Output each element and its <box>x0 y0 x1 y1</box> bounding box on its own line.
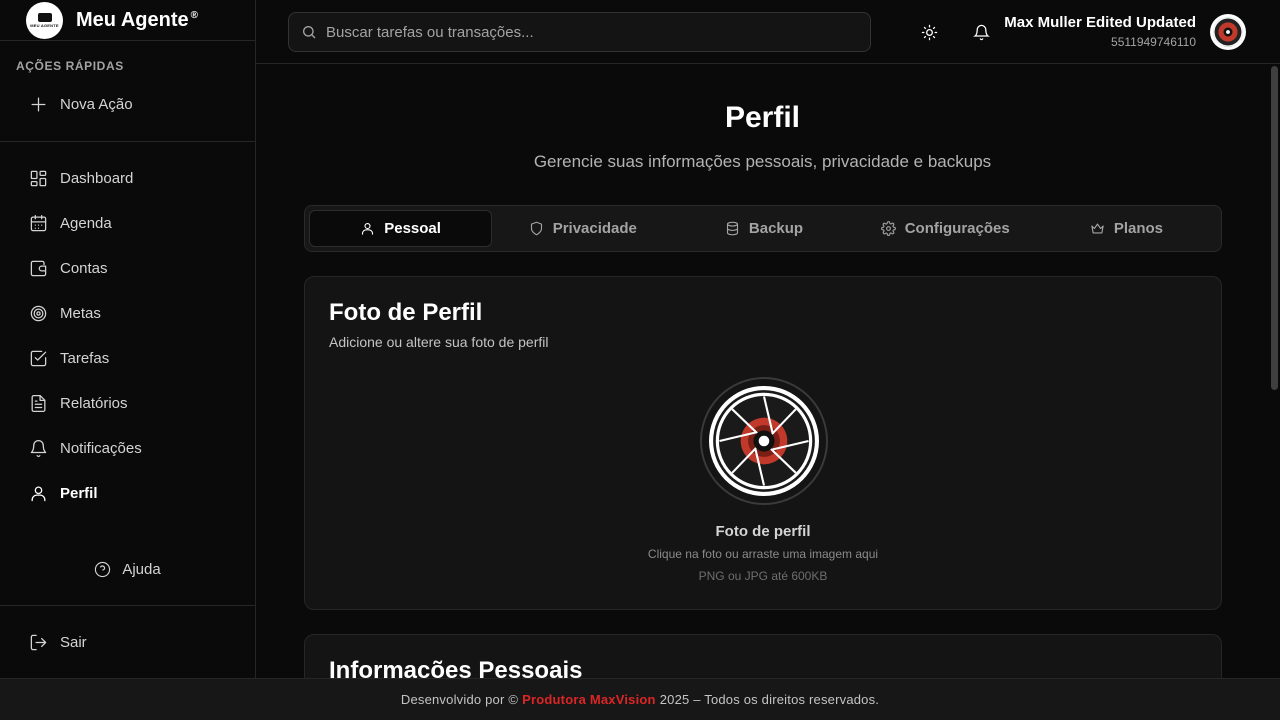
search-input[interactable] <box>326 23 846 41</box>
tab-privacidade[interactable]: Privacidade <box>492 210 673 247</box>
brand-logo-text: MEU AGENTE <box>30 22 59 28</box>
logout-label: Sair <box>60 634 87 651</box>
crown-icon <box>1091 223 1104 234</box>
sidebar-item-label: Contas <box>60 260 108 277</box>
photo-hint: Clique na foto ou arraste uma imagem aqu… <box>647 547 879 561</box>
brand[interactable]: MEU AGENTE Meu Agente ® <box>0 0 255 41</box>
user-icon <box>362 222 374 235</box>
report-icon <box>28 394 48 414</box>
sidebar-item-relatorios[interactable]: Relatórios <box>0 381 255 426</box>
sidebar-item-label: Perfil <box>60 485 98 502</box>
sidebar: MEU AGENTE Meu Agente ® AÇÕES RÁPIDAS Nov… <box>0 0 256 678</box>
calendar-icon <box>28 214 48 234</box>
sidebar-item-metas[interactable]: Metas <box>0 291 255 336</box>
avatar[interactable] <box>1210 14 1246 50</box>
sidebar-item-label: Tarefas <box>60 350 110 367</box>
sidebar-item-dashboard[interactable]: Dashboard <box>0 156 255 201</box>
brand-name: Meu Agente ® <box>76 8 198 31</box>
help-button[interactable]: Ajuda <box>0 547 255 592</box>
logout-icon <box>28 633 48 653</box>
page-title: Perfil <box>724 101 801 134</box>
search-bar[interactable] <box>288 12 871 52</box>
help-label: Ajuda <box>122 561 161 578</box>
tab-label: Planos <box>1113 220 1163 237</box>
page-subtitle: Gerencie suas informações pessoais, priv… <box>533 152 992 171</box>
tab-label: Configurações <box>904 220 1010 237</box>
brand-logo: MEU AGENTE <box>26 1 63 39</box>
checkbox-icon <box>28 349 48 369</box>
bell-icon <box>972 24 990 40</box>
gear-icon <box>880 221 896 236</box>
card-description: Adicione ou altere sua foto de perfil <box>329 334 549 350</box>
tab-planos[interactable]: Planos <box>1036 210 1217 247</box>
footer-company-link[interactable]: Produtora MaxVision <box>522 692 656 707</box>
tab-configuracoes[interactable]: Configurações <box>855 210 1036 247</box>
footer-prefix: Desenvolvido por © <box>400 692 519 707</box>
tab-label: Privacidade <box>552 220 637 237</box>
photo-format-hint: PNG ou JPG até 600KB <box>698 569 828 583</box>
bell-icon <box>28 439 48 459</box>
profile-photo-card: Foto de Perfil Adicione ou altere sua fo… <box>304 276 1222 610</box>
user-icon <box>28 484 48 504</box>
card-title: Foto de Perfil <box>329 299 483 326</box>
tab-backup[interactable]: Backup <box>673 210 854 247</box>
sidebar-item-perfil[interactable]: Perfil <box>0 471 255 516</box>
sidebar-divider <box>0 141 255 142</box>
main-content: Perfil Gerencie suas informações pessoai… <box>256 65 1269 678</box>
user-phone: 5511949746110 <box>1111 35 1196 49</box>
dashboard-icon <box>28 169 48 189</box>
notifications-button[interactable] <box>971 22 991 42</box>
sidebar-item-label: Metas <box>60 305 101 322</box>
tab-pessoal[interactable]: Pessoal <box>309 210 493 247</box>
top-header: Max Muller Edited Updated 5511949746110 <box>256 0 1280 64</box>
footer: Desenvolvido por © Produtora MaxVision 2… <box>0 678 1280 720</box>
new-action-label: Nova Ação <box>60 96 133 113</box>
profile-tabs: Pessoal Privacidade Backup Configurações… <box>304 205 1222 252</box>
search-icon <box>303 26 316 39</box>
new-action-button[interactable]: Nova Ação <box>0 82 255 127</box>
plus-icon <box>28 95 48 115</box>
help-circle-icon <box>95 561 111 578</box>
sidebar-item-contas[interactable]: Contas <box>0 246 255 291</box>
user-info[interactable]: Max Muller Edited Updated 5511949746110 <box>1004 14 1196 49</box>
camera-lens-icon <box>713 390 815 492</box>
personal-info-card: Informações Pessoais <box>304 634 1222 678</box>
tab-label: Pessoal <box>384 220 441 237</box>
sidebar-item-tarefas[interactable]: Tarefas <box>0 336 255 381</box>
profile-photo-upload[interactable] <box>700 377 828 505</box>
shield-icon <box>530 221 542 236</box>
footer-suffix: 2025 – Todos os direitos reservados. <box>659 692 880 707</box>
user-name: Max Muller Edited Updated <box>1004 14 1196 31</box>
tab-label: Backup <box>748 220 804 237</box>
profile-photo <box>709 386 819 496</box>
sidebar-item-notificacoes[interactable]: Notificações <box>0 426 255 471</box>
logout-button[interactable]: Sair <box>0 620 255 665</box>
database-icon <box>726 221 738 236</box>
sidebar-bottom-divider <box>0 605 255 606</box>
sun-icon <box>921 24 937 40</box>
chat-bubble-icon <box>37 12 52 22</box>
sidebar-item-label: Dashboard <box>60 170 134 187</box>
photo-label: Foto de perfil <box>715 523 811 540</box>
quick-actions-label: AÇÕES RÁPIDAS <box>16 59 124 73</box>
theme-toggle-button[interactable] <box>919 22 939 42</box>
scrollbar-thumb[interactable] <box>1271 66 1278 390</box>
sidebar-item-label: Relatórios <box>60 395 128 412</box>
card-title: Informações Pessoais <box>329 657 583 678</box>
target-icon <box>28 304 48 324</box>
sidebar-item-agenda[interactable]: Agenda <box>0 201 255 246</box>
sidebar-item-label: Notificações <box>60 440 142 457</box>
sidebar-item-label: Agenda <box>60 215 112 232</box>
wallet-icon <box>28 259 48 279</box>
camera-lens-icon <box>1213 17 1243 47</box>
